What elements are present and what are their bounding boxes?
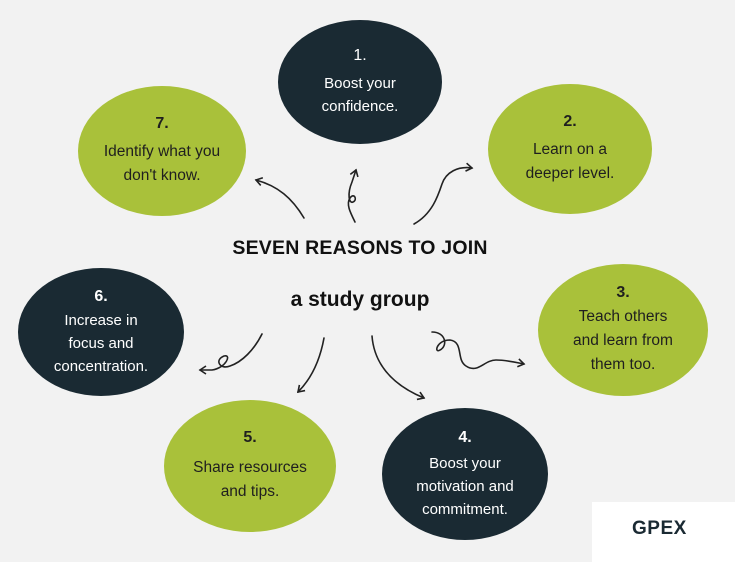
reason-number: 6. (94, 287, 108, 305)
reason-text-line: Identify what you (103, 143, 221, 160)
reason-text-line: Boost your (324, 75, 396, 92)
infographic: 1. Boost your confidence. 2. Learn on a … (0, 0, 735, 562)
reason-2-bubble: 2. Learn on a deeper level. (488, 84, 652, 214)
reason-text-line: Boost your (429, 454, 501, 472)
reason-text-line: don't know. (123, 167, 201, 184)
reason-text-line: and tips. (220, 483, 280, 500)
reason-text-line: Teach others (578, 308, 668, 325)
gpex-logo: GPEX (632, 518, 687, 539)
arrow-to-reason-4 (371, 335, 426, 401)
arrow-to-reason-2 (413, 162, 474, 225)
arrow-to-reason-7 (254, 176, 305, 219)
reason-number: 2. (563, 113, 577, 130)
reason-number: 7. (155, 115, 169, 132)
reason-1-bubble: 1. Boost your confidence. (278, 20, 442, 144)
arrow-to-reason-1 (347, 168, 359, 223)
reason-text-line: them too. (590, 356, 656, 373)
reason-5-bubble: 5. Share resources and tips. (164, 400, 336, 532)
reason-4-bubble: 4. Boost your motivation and commitment. (382, 408, 548, 540)
reason-text-line: deeper level. (525, 165, 615, 182)
reason-text-line: Share resources (193, 459, 307, 476)
reason-6-bubble: 6. Increase in focus and concentration. (18, 268, 184, 396)
diagram-subtitle: a study group (290, 288, 430, 311)
diagram-title: SEVEN REASONS TO JOIN (232, 237, 488, 259)
arrow-to-reason-3 (431, 331, 526, 370)
arrow-to-reason-6 (198, 333, 263, 375)
reason-text-line: motivation and (416, 477, 514, 495)
reason-text-line: concentration. (53, 357, 149, 375)
reason-text-line: focus and (68, 334, 134, 352)
reason-text-line: Learn on a (532, 141, 608, 158)
reason-number: 1. (353, 47, 367, 64)
reason-text-line: confidence. (321, 98, 399, 115)
reason-number: 4. (458, 428, 472, 446)
arrow-to-reason-5 (296, 337, 325, 394)
reason-3-bubble: 3. Teach others and learn from them too. (538, 264, 708, 396)
reason-number: 3. (616, 284, 630, 301)
reason-text-line: and learn from (573, 332, 673, 349)
reason-text-line: commitment. (422, 500, 508, 518)
reason-number: 5. (243, 429, 257, 446)
reason-7-bubble: 7. Identify what you don't know. (78, 86, 246, 216)
reason-text-line: Increase in (64, 311, 138, 329)
